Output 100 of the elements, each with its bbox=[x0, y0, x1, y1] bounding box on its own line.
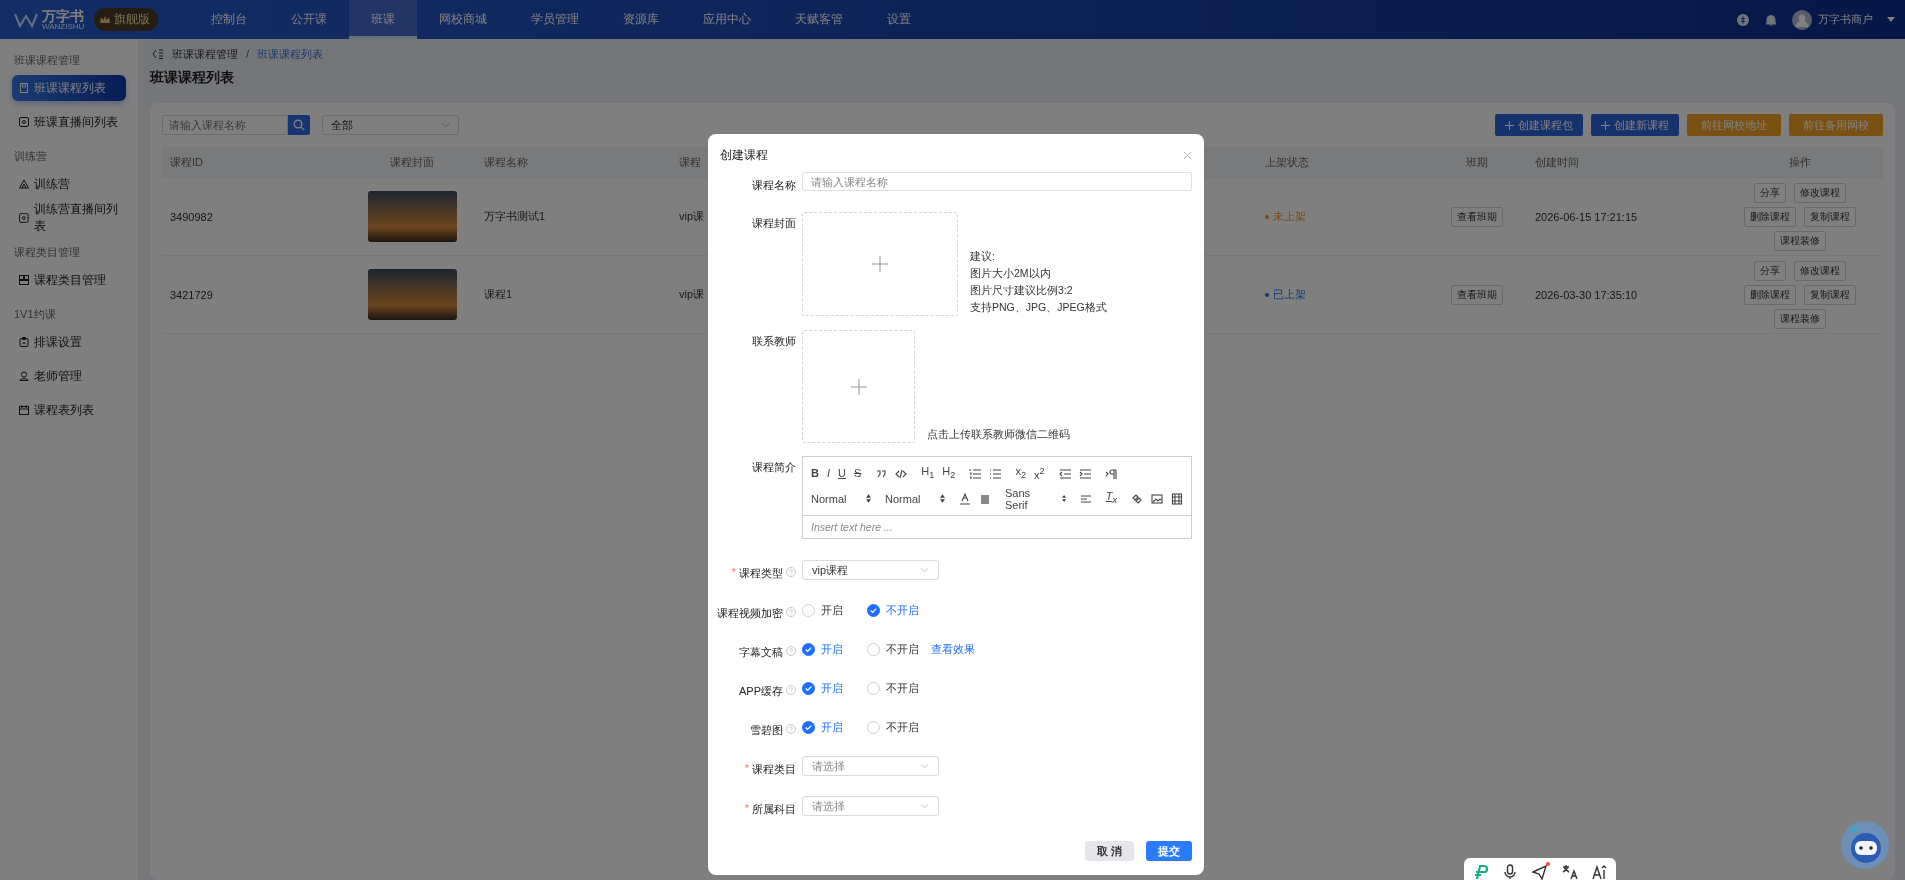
toolbar-picker[interactable]: Normal bbox=[885, 492, 945, 505]
send-icon[interactable] bbox=[1532, 864, 1548, 880]
heading-button[interactable]: H$_{1}$ bbox=[921, 466, 935, 481]
course-name-field[interactable]: 请输入课程名称 bbox=[802, 172, 1192, 191]
field-label: 所属科目 bbox=[752, 802, 796, 817]
user-name[interactable]: 万字书商户 bbox=[1818, 12, 1873, 27]
row-action-button[interactable]: 删除课程 bbox=[1744, 206, 1796, 227]
calendar-icon bbox=[19, 405, 29, 415]
row-action-button[interactable]: 复制课程 bbox=[1804, 284, 1856, 305]
sidebar-item[interactable]: 班课课程列表 bbox=[12, 75, 126, 101]
cancel-button[interactable]: 取 消 bbox=[1084, 841, 1134, 861]
search-button[interactable] bbox=[288, 115, 310, 135]
align-icon[interactable] bbox=[1079, 492, 1092, 505]
strike-button[interactable]: S bbox=[853, 468, 862, 479]
sidebar-item[interactable]: 老师管理 bbox=[12, 363, 126, 389]
radio-option[interactable]: 不开启 bbox=[867, 602, 919, 618]
collapse-icon[interactable] bbox=[152, 49, 164, 59]
category-icon bbox=[19, 275, 29, 285]
indent-icon[interactable] bbox=[1078, 467, 1091, 480]
quote-icon[interactable] bbox=[875, 467, 888, 480]
status-select[interactable]: 全部 bbox=[322, 115, 459, 135]
bell-icon[interactable] bbox=[1764, 12, 1778, 27]
breadcrumb-link[interactable]: 班课课程列表 bbox=[257, 46, 324, 62]
radio-option[interactable]: 开启 bbox=[802, 602, 843, 618]
editor-placeholder: Insert text here ... bbox=[810, 520, 894, 535]
nav-tab[interactable]: 资源库 bbox=[601, 0, 681, 39]
radio-option[interactable]: 开启 bbox=[802, 641, 843, 657]
sidebar-item[interactable]: 训练营直播间列表 bbox=[12, 205, 126, 231]
nav-tab[interactable]: 天赋客管 bbox=[773, 0, 865, 39]
video-icon[interactable] bbox=[1171, 492, 1183, 505]
script-button[interactable]: x$_{2}$ bbox=[1015, 466, 1026, 481]
chevron-down-icon bbox=[920, 763, 929, 769]
period-button[interactable]: 查看班期 bbox=[1451, 206, 1503, 227]
nav-tab[interactable]: 设置 bbox=[865, 0, 933, 39]
close-icon[interactable] bbox=[1183, 150, 1192, 160]
nav-tab[interactable]: 学员管理 bbox=[509, 0, 601, 39]
row-action-button[interactable]: 修改课程 bbox=[1794, 260, 1846, 281]
logo-icon[interactable] bbox=[1472, 864, 1488, 880]
sidebar-item[interactable]: 排课设置 bbox=[12, 329, 126, 355]
italic-button[interactable]: I bbox=[826, 468, 830, 479]
field-label: 课程简介 bbox=[752, 460, 796, 475]
script-button[interactable]: x$^{2}$ bbox=[1034, 466, 1045, 481]
column-header: 课程封面 bbox=[390, 154, 434, 170]
select-field[interactable]: 请选择 bbox=[802, 756, 939, 776]
rich-text-editor[interactable]: B I U S H$_{1}$ H$_{2}$ x$_{2}$ x$^{2}$ Normal Normal Sans Serif T$_{x}$ Insert text here ... bbox=[802, 456, 1192, 539]
period-button[interactable]: 查看班期 bbox=[1451, 284, 1503, 305]
select-field[interactable]: vip课程 bbox=[802, 560, 939, 580]
radio-option[interactable]: 不开启 bbox=[867, 680, 919, 696]
toolbar-picker[interactable]: Normal bbox=[811, 492, 871, 505]
sidebar-item[interactable]: 课程类目管理 bbox=[12, 267, 126, 293]
microphone-icon[interactable] bbox=[1502, 864, 1518, 880]
row-action-button[interactable]: 课程装修 bbox=[1774, 308, 1826, 329]
heading-button[interactable]: H$_{2}$ bbox=[942, 466, 956, 481]
text-color-icon[interactable] bbox=[959, 492, 971, 505]
direction-icon[interactable] bbox=[1104, 467, 1117, 480]
avatar[interactable] bbox=[1792, 9, 1812, 30]
column-header: 课程ID bbox=[170, 155, 203, 168]
link-icon[interactable] bbox=[1131, 492, 1143, 505]
translate-icon[interactable] bbox=[1562, 864, 1578, 880]
nav-tab[interactable]: 网校商城 bbox=[417, 0, 509, 39]
sidebar-item[interactable]: 课程表列表 bbox=[12, 397, 126, 423]
coin-icon[interactable] bbox=[1736, 12, 1750, 27]
background-icon[interactable] bbox=[979, 492, 991, 505]
row-action-button[interactable]: 复制课程 bbox=[1804, 206, 1856, 227]
row-action-button[interactable]: 修改课程 bbox=[1794, 182, 1846, 203]
bold-button[interactable]: B bbox=[811, 468, 819, 479]
sidebar-item[interactable]: 班课直播间列表 bbox=[12, 109, 126, 135]
nav-tab[interactable]: 控制台 bbox=[189, 0, 269, 39]
toolbar-picker[interactable]: Sans Serif bbox=[1005, 486, 1066, 511]
row-action-button[interactable]: 删除课程 bbox=[1744, 284, 1796, 305]
select-field[interactable]: 请选择 bbox=[802, 796, 939, 816]
ordered-list-icon[interactable] bbox=[969, 467, 982, 480]
row-action-button[interactable]: 分享 bbox=[1754, 182, 1786, 203]
robot-assistant-icon[interactable] bbox=[1840, 820, 1890, 870]
action-button[interactable]: 创建课程包 bbox=[1495, 114, 1583, 136]
search-field[interactable]: 请输入课程名称 bbox=[162, 115, 288, 135]
radio-option[interactable]: 开启 bbox=[802, 680, 843, 696]
radio-option[interactable]: 不开启 bbox=[867, 641, 919, 657]
bullet-list-icon[interactable] bbox=[989, 467, 1002, 480]
radio-option[interactable]: 开启 bbox=[802, 719, 843, 735]
font-size-icon[interactable] bbox=[1592, 864, 1608, 880]
logo-icon bbox=[14, 11, 38, 28]
outdent-icon[interactable] bbox=[1058, 467, 1071, 480]
preview-link[interactable]: 查看效果 bbox=[931, 641, 975, 657]
breadcrumb-link[interactable]: 班课课程管理 bbox=[172, 46, 238, 62]
row-action-button[interactable]: 课程装修 bbox=[1774, 230, 1826, 251]
action-button[interactable]: 创建新课程 bbox=[1591, 114, 1679, 136]
image-icon[interactable] bbox=[1151, 492, 1163, 505]
caret-icon[interactable] bbox=[1887, 17, 1895, 22]
code-icon[interactable] bbox=[895, 467, 908, 480]
submit-button[interactable]: 提交 bbox=[1146, 841, 1192, 861]
nav-tab[interactable]: 公开课 bbox=[269, 0, 349, 39]
table-cell-text: 课程1 bbox=[483, 287, 514, 302]
radio-option[interactable]: 不开启 bbox=[867, 719, 919, 735]
person-icon bbox=[19, 371, 29, 381]
clean-button[interactable]: T$_{x}$ bbox=[1105, 491, 1117, 506]
sidebar-item[interactable]: 训练营 bbox=[12, 171, 126, 197]
nav-tab[interactable]: 应用中心 bbox=[681, 0, 773, 39]
underline-button[interactable]: U bbox=[838, 468, 846, 479]
row-action-button[interactable]: 分享 bbox=[1754, 260, 1786, 281]
